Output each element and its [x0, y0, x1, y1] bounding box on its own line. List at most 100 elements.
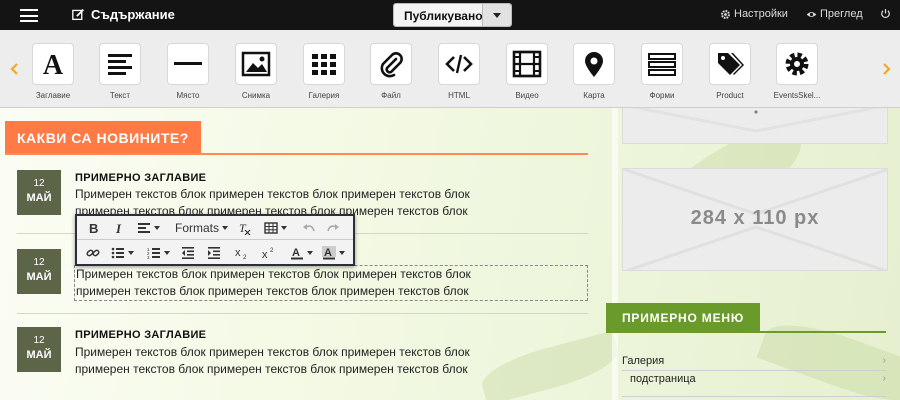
- image-placeholder[interactable]: 284 x 110 px: [622, 168, 888, 271]
- widget-label: Видео: [515, 91, 539, 100]
- contents-button[interactable]: Съдържание: [72, 7, 175, 22]
- widget-label: EventsSkel...: [773, 91, 821, 100]
- gallery-icon: [312, 54, 336, 75]
- subscript-icon: x2: [235, 247, 247, 260]
- superscript-button[interactable]: x2: [262, 244, 276, 262]
- svg-text:A: A: [324, 247, 332, 259]
- bold-icon: B: [89, 221, 98, 235]
- article-title[interactable]: ПРИМЕРНО ЗАГЛАВИЕ: [75, 172, 206, 184]
- power-icon: [881, 9, 890, 19]
- menu-underline: [606, 331, 886, 333]
- link-icon: [86, 249, 100, 257]
- superscript-icon: x2: [262, 248, 274, 260]
- image-placeholder[interactable]: [622, 108, 888, 144]
- numbered-list-dropdown[interactable]: 123: [147, 244, 170, 262]
- article-text[interactable]: Примерен текстов блок примерен текстов б…: [75, 344, 595, 378]
- toolbar-row: B I Formats T: [77, 216, 353, 240]
- svg-text:2: 2: [270, 248, 274, 254]
- redo-button[interactable]: [326, 219, 340, 237]
- clear-format-icon: T: [239, 221, 251, 235]
- text-icon: [108, 54, 132, 75]
- code-icon: [445, 54, 473, 74]
- clear-format-button[interactable]: T: [237, 219, 251, 237]
- preview-button[interactable]: Преглед: [806, 8, 863, 20]
- article-line: примерен текстов блок примерен текстов б…: [76, 284, 469, 298]
- formats-dropdown[interactable]: Formats: [175, 219, 229, 237]
- widget-label: HTML: [448, 91, 470, 100]
- svg-text:A: A: [292, 247, 300, 259]
- widget-text[interactable]: Текст: [98, 43, 142, 100]
- menu-heading[interactable]: ПРИМЕРНО МЕНЮ: [606, 303, 761, 331]
- widget-image[interactable]: Снимка: [234, 43, 278, 100]
- scroll-left-icon[interactable]: [10, 63, 18, 75]
- menu-icon[interactable]: [20, 9, 38, 22]
- gear-icon: [721, 9, 730, 19]
- form-icon: [648, 53, 676, 76]
- widget-label: Product: [716, 91, 744, 100]
- article-line: Примерен текстов блок примерен текстов б…: [75, 187, 470, 201]
- widget-label: Текст: [109, 91, 131, 100]
- chevron-down-icon[interactable]: [482, 4, 511, 26]
- outdent-button[interactable]: [181, 244, 195, 262]
- news-heading[interactable]: КАКВИ СА НОВИНИТЕ?: [5, 121, 201, 153]
- undo-button[interactable]: [302, 219, 316, 237]
- settings-button[interactable]: Настройки: [720, 8, 788, 20]
- widget-label: Място: [176, 91, 200, 100]
- tags-icon: [718, 53, 744, 75]
- publish-button[interactable]: Публикувано: [394, 4, 483, 26]
- indent-button[interactable]: [207, 244, 221, 262]
- widget-heading[interactable]: A Заглавие: [31, 43, 75, 100]
- map-pin-icon: [585, 52, 603, 77]
- widget-label: Галерия: [308, 91, 340, 100]
- publish-dropdown[interactable]: Публикувано: [393, 3, 512, 27]
- bold-button[interactable]: B: [86, 219, 100, 237]
- menu-item-subpage[interactable]: подстраница ›: [622, 373, 886, 385]
- numbered-list-icon: 123: [147, 247, 160, 260]
- text-color-icon: A: [291, 247, 303, 260]
- widget-product[interactable]: Product: [708, 43, 752, 100]
- svg-text:A: A: [43, 50, 64, 79]
- widget-video[interactable]: Видео: [505, 43, 549, 100]
- background-color-dropdown[interactable]: A: [322, 244, 345, 262]
- article-line: примерен текстов блок примерен текстов б…: [75, 362, 468, 376]
- bullet-list-dropdown[interactable]: [111, 244, 134, 262]
- outdent-icon: [182, 247, 194, 259]
- align-dropdown[interactable]: [137, 219, 160, 237]
- menu-item-label: подстраница: [630, 373, 696, 385]
- widget-forms[interactable]: Форми: [640, 43, 684, 100]
- menu-item-label: Галерия: [622, 355, 665, 367]
- svg-text:x: x: [235, 247, 241, 259]
- italic-button[interactable]: I: [112, 219, 126, 237]
- contents-label: Съдържание: [91, 7, 175, 22]
- subscript-button[interactable]: x2: [235, 244, 249, 262]
- widget-gallery[interactable]: Галерия: [302, 43, 346, 100]
- widget-html[interactable]: HTML: [437, 43, 481, 100]
- link-button[interactable]: [86, 244, 100, 262]
- scroll-right-icon[interactable]: [883, 63, 891, 75]
- widget-file[interactable]: Файл: [369, 43, 413, 100]
- table-dropdown[interactable]: [264, 219, 287, 237]
- text-editor-toolbar: B I Formats T 1 2 3 x 2 x 2 A A: [75, 214, 355, 266]
- placeholder-lines: [630, 108, 882, 133]
- bullet-list-icon: [111, 247, 124, 259]
- article-title[interactable]: ПРИМЕРНО ЗАГЛАВИЕ: [75, 329, 206, 341]
- settings-label: Настройки: [734, 8, 788, 20]
- widget-spacer[interactable]: Място: [166, 43, 210, 100]
- widget-label: Файл: [381, 91, 401, 100]
- text-color-dropdown[interactable]: A: [290, 244, 313, 262]
- svg-text:2: 2: [243, 255, 247, 260]
- preview-label: Преглед: [820, 8, 863, 20]
- widget-events[interactable]: EventsSkel...: [774, 43, 820, 100]
- date-month: МАЙ: [26, 271, 52, 283]
- column-divider: [612, 108, 618, 400]
- article-text-editing[interactable]: Примерен текстов блок примерен текстов б…: [74, 265, 588, 301]
- date-day: 12: [33, 178, 45, 189]
- date-day: 12: [33, 257, 45, 268]
- widget-map[interactable]: Карта: [572, 43, 616, 100]
- article-line: Примерен текстов блок примерен текстов б…: [75, 345, 470, 359]
- power-button[interactable]: [880, 8, 891, 19]
- edit-icon: [72, 8, 85, 21]
- menu-item-gallery[interactable]: Галерия ›: [622, 355, 886, 367]
- chevron-right-icon: ›: [882, 355, 886, 366]
- align-left-icon: [138, 223, 150, 233]
